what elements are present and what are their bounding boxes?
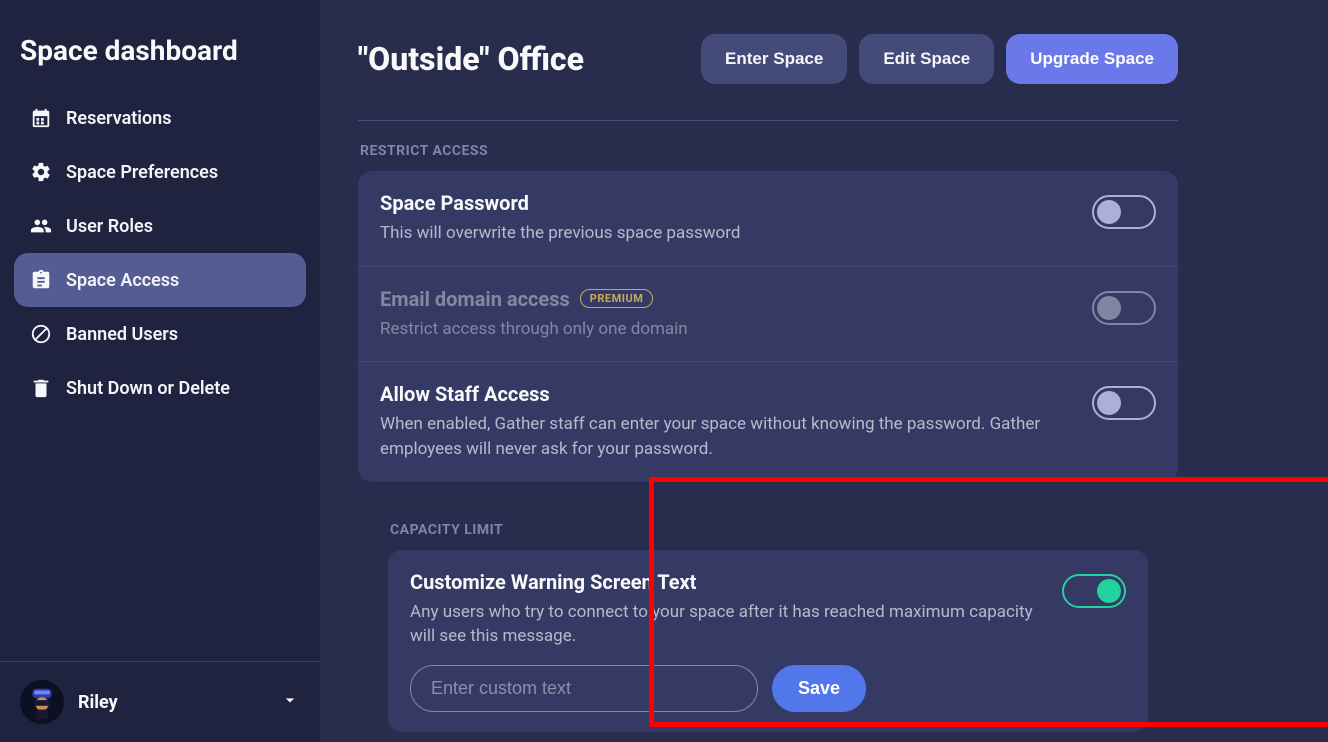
row-title: Space Password xyxy=(380,191,1076,215)
row-desc: Restrict access through only one domain xyxy=(380,317,1060,342)
row-desc: This will overwrite the previous space p… xyxy=(380,221,1060,246)
row-desc: When enabled, Gather staff can enter you… xyxy=(380,412,1060,461)
sidebar-item-space-access[interactable]: Space Access xyxy=(14,253,306,307)
email-domain-row: Email domain access PREMIUM Restrict acc… xyxy=(358,267,1178,363)
save-button[interactable]: Save xyxy=(772,665,866,712)
capacity-section: CAPACITY LIMIT Customize Warning Screen … xyxy=(358,500,1178,742)
restrict-card: Space Password This will overwrite the p… xyxy=(358,171,1178,482)
sidebar-item-label: Banned Users xyxy=(66,324,178,345)
gear-icon xyxy=(30,161,52,183)
sidebar-item-label: User Roles xyxy=(66,216,153,237)
calendar-icon xyxy=(30,107,52,129)
staff-access-row: Allow Staff Access When enabled, Gather … xyxy=(358,362,1178,481)
row-desc: Any users who try to connect to your spa… xyxy=(410,600,1046,649)
upgrade-space-button[interactable]: Upgrade Space xyxy=(1006,34,1178,84)
sidebar-item-banned-users[interactable]: Banned Users xyxy=(14,307,306,361)
capacity-row: Customize Warning Screen Text Any users … xyxy=(388,550,1148,732)
users-icon xyxy=(30,215,52,237)
sidebar-item-label: Shut Down or Delete xyxy=(66,378,230,399)
email-title-text: Email domain access xyxy=(380,287,570,311)
space-password-toggle[interactable] xyxy=(1092,195,1156,229)
sidebar-nav: Reservations Space Preferences User Role… xyxy=(0,91,320,415)
main: "Outside" Office Enter Space Edit Space … xyxy=(320,0,1328,742)
sidebar-title: Space dashboard xyxy=(0,0,320,91)
space-password-row: Space Password This will overwrite the p… xyxy=(358,171,1178,267)
premium-badge: PREMIUM xyxy=(580,289,654,308)
email-domain-toggle[interactable] xyxy=(1092,291,1156,325)
sidebar-item-shutdown[interactable]: Shut Down or Delete xyxy=(14,361,306,415)
row-title: Allow Staff Access xyxy=(380,382,1076,406)
sidebar-item-label: Space Access xyxy=(66,270,179,291)
restrict-label: RESTRICT ACCESS xyxy=(360,143,1176,159)
enter-space-button[interactable]: Enter Space xyxy=(701,34,847,84)
sidebar: Space dashboard Reservations Space Prefe… xyxy=(0,0,320,742)
page-title: "Outside" Office xyxy=(358,40,689,78)
chevron-down-icon xyxy=(280,690,300,714)
header: "Outside" Office Enter Space Edit Space … xyxy=(358,34,1178,121)
capacity-label: CAPACITY LIMIT xyxy=(390,522,1146,538)
trash-icon xyxy=(30,377,52,399)
sidebar-item-label: Space Preferences xyxy=(66,162,218,183)
avatar xyxy=(20,680,64,724)
capacity-toggle[interactable] xyxy=(1062,574,1126,608)
sidebar-item-reservations[interactable]: Reservations xyxy=(14,91,306,145)
sidebar-item-label: Reservations xyxy=(66,108,171,129)
row-title: Email domain access PREMIUM xyxy=(380,287,1076,311)
row-title: Customize Warning Screen Text xyxy=(410,570,1046,594)
clipboard-icon xyxy=(30,269,52,291)
staff-access-toggle[interactable] xyxy=(1092,386,1156,420)
edit-space-button[interactable]: Edit Space xyxy=(859,34,994,84)
custom-text-input[interactable] xyxy=(410,665,758,712)
ban-icon xyxy=(30,323,52,345)
capacity-card: Customize Warning Screen Text Any users … xyxy=(388,550,1148,732)
sidebar-item-preferences[interactable]: Space Preferences xyxy=(14,145,306,199)
username: Riley xyxy=(78,692,266,713)
sidebar-footer[interactable]: Riley xyxy=(0,661,320,742)
sidebar-item-user-roles[interactable]: User Roles xyxy=(14,199,306,253)
